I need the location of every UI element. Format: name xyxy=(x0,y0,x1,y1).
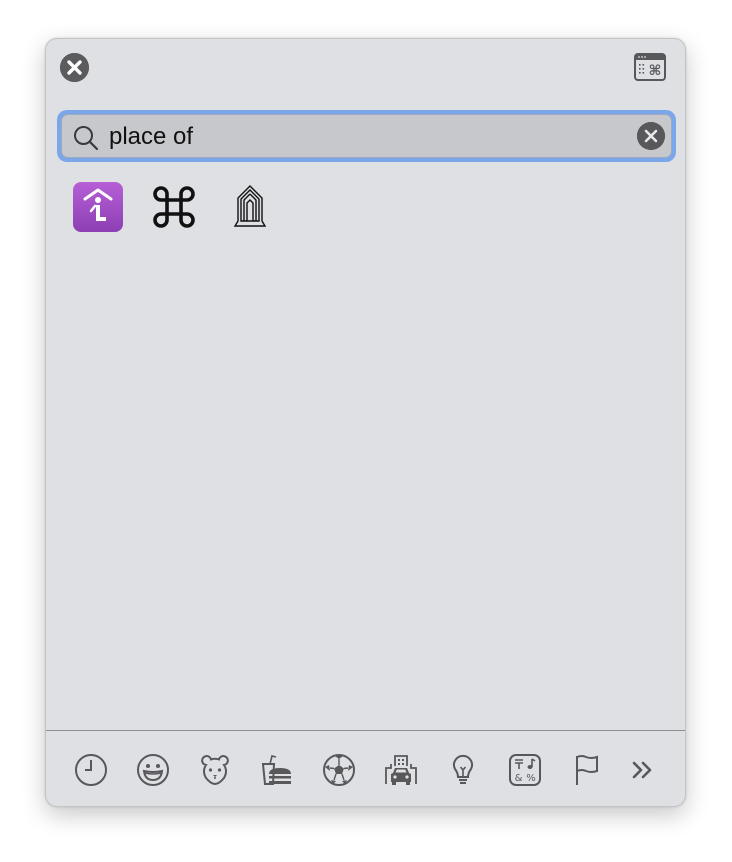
category-bar: & % xyxy=(46,748,685,792)
result-outlined-shrine[interactable] xyxy=(224,179,276,235)
search-field[interactable] xyxy=(61,114,672,158)
clear-search-button[interactable] xyxy=(637,122,665,150)
result-place-of-interest-sign[interactable] xyxy=(148,179,200,235)
more-categories-button[interactable] xyxy=(625,752,661,788)
svg-text:%: % xyxy=(526,773,536,784)
category-activity[interactable] xyxy=(321,752,357,788)
close-icon xyxy=(60,53,89,82)
bear-icon xyxy=(201,755,229,786)
close-button[interactable] xyxy=(60,53,89,82)
soccer-ball-icon xyxy=(323,754,355,786)
divider xyxy=(46,730,685,731)
category-frequently-used[interactable] xyxy=(73,752,109,788)
double-chevron-right-icon xyxy=(632,761,652,779)
category-smileys[interactable] xyxy=(135,752,171,788)
category-food[interactable] xyxy=(259,752,295,788)
result-place-of-worship[interactable] xyxy=(72,179,124,235)
search-field-focus-ring xyxy=(57,110,676,162)
category-travel[interactable] xyxy=(383,752,419,788)
character-viewer-window-icon: ⌘ xyxy=(634,53,666,81)
category-symbols[interactable]: & % xyxy=(507,752,543,788)
search-icon xyxy=(74,126,99,151)
category-animals[interactable] xyxy=(197,752,233,788)
car-buildings-icon xyxy=(385,755,417,785)
lightbulb-icon xyxy=(453,754,473,784)
category-flags[interactable] xyxy=(569,752,605,788)
place-of-worship-icon xyxy=(73,182,123,232)
svg-text:⌘: ⌘ xyxy=(649,63,662,79)
smiley-icon xyxy=(137,754,169,786)
search-results xyxy=(72,179,276,235)
clock-icon xyxy=(75,754,107,786)
clear-icon xyxy=(637,122,665,150)
flag-icon xyxy=(576,755,598,785)
category-objects[interactable] xyxy=(445,752,481,788)
svg-text:&: & xyxy=(515,773,523,784)
symbols-icon: & % xyxy=(509,754,541,786)
outlined-shrine-icon xyxy=(233,185,267,227)
command-symbol-icon xyxy=(153,186,195,228)
search-input[interactable] xyxy=(109,119,609,155)
character-viewer-panel: ⌘ place of & % xyxy=(45,38,686,807)
burger-drink-icon xyxy=(261,755,291,785)
open-character-viewer-button[interactable]: ⌘ xyxy=(634,53,666,81)
